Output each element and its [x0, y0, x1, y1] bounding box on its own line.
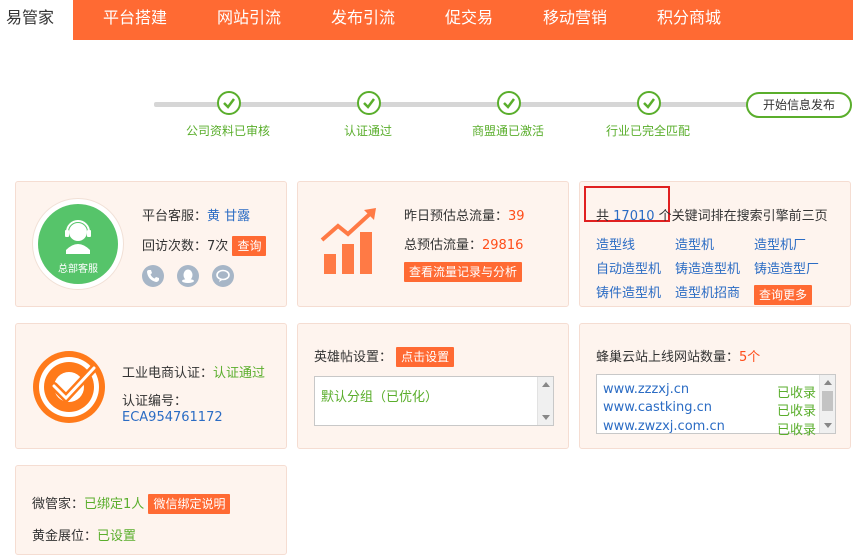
keyword-link[interactable]: 铸造造型厂	[754, 258, 819, 277]
progress-line	[154, 102, 754, 107]
hero-settings-button[interactable]: 点击设置	[396, 347, 455, 367]
wechat-label: 微管家：	[32, 497, 85, 512]
certification-seal-icon	[33, 351, 105, 423]
scroll-up-icon[interactable]	[824, 380, 832, 385]
service-line: 平台客服：黄 甘露	[142, 205, 250, 224]
keywords-suffix: 关键词排在搜索引擎前三页	[671, 209, 828, 224]
gold-status: 已设置	[97, 529, 137, 544]
avatar: 总部客服	[32, 198, 124, 290]
tab-home[interactable]: 易管家	[0, 0, 73, 40]
total-traffic: 总预估流量：29816	[404, 234, 523, 253]
step-label-profile: 公司资料已审核	[186, 124, 271, 138]
keyword-link[interactable]: 铸件造型机	[596, 282, 661, 301]
scroll-down-icon[interactable]	[824, 423, 832, 428]
service-card: 总部客服 平台客服：黄 甘露 回访次数：7次 查询	[15, 181, 287, 307]
scroll-thumb[interactable]	[822, 391, 833, 411]
hero-scrollbar[interactable]	[537, 377, 553, 425]
keyword-link[interactable]: 自动造型机	[596, 258, 661, 277]
hero-group-item[interactable]: 默认分组（已优化）	[321, 386, 438, 405]
keywords-unit: 个	[658, 209, 672, 224]
gold-line: 黄金展位：已设置	[32, 525, 136, 544]
yesterday-value: 39	[508, 209, 525, 224]
scroll-down-icon[interactable]	[542, 415, 550, 420]
visits-line: 回访次数：7次 查询	[142, 235, 267, 256]
sites-label: 蜂巢云站上线网站数量：	[596, 350, 740, 365]
service-avatar: 总部客服	[38, 204, 118, 284]
tab-publish-traffic[interactable]: 发布引流	[331, 0, 395, 40]
site-url[interactable]: www.zzzxj.cn	[603, 382, 689, 397]
tab-points-mall[interactable]: 积分商城	[657, 0, 721, 40]
avatar-label: 总部客服	[58, 264, 98, 275]
keyword-link[interactable]: 铸造造型机	[675, 258, 740, 277]
keyword-link[interactable]: 造型线	[596, 234, 635, 253]
keywords-summary: 共 17010 个关键词排在搜索引擎前三页	[596, 205, 828, 224]
top-nav: 易管家 平台搭建 网站引流 发布引流 促交易 移动营销 积分商城	[0, 0, 853, 40]
site-status: 已收录	[777, 404, 817, 419]
site-url[interactable]: www.zwzxj.com.cn	[603, 419, 725, 434]
traffic-card: 昨日预估总流量：39 总预估流量：29816 查看流量记录与分析	[297, 181, 569, 307]
start-publish-button[interactable]: 开始信息发布	[746, 92, 852, 118]
visits-count: 7次	[207, 239, 229, 254]
step-check-icon	[637, 91, 661, 115]
qq-icon[interactable]	[177, 265, 199, 287]
progress-steps: 公司资料已审核 认证通过 商盟通已激活 行业已完全匹配 开始信息发布	[0, 88, 853, 148]
hero-label: 英雄帖设置：	[314, 350, 393, 365]
cert-number[interactable]: ECA954761172	[122, 410, 223, 425]
step-check-icon	[497, 91, 521, 115]
hero-card: 英雄帖设置： 点击设置 默认分组（已优化）	[297, 323, 569, 449]
step-label-alliance: 商盟通已激活	[472, 124, 545, 138]
sites-line: 蜂巢云站上线网站数量：5个	[596, 346, 760, 365]
tab-platform-build[interactable]: 平台搭建	[103, 0, 167, 40]
hero-group-list[interactable]: 默认分组（已优化）	[314, 376, 554, 426]
sites-card: 蜂巢云站上线网站数量：5个 www.zzzxj.cn 已收录 www.castk…	[579, 323, 851, 449]
scroll-up-icon[interactable]	[542, 382, 550, 387]
wechat-line: 微管家：已绑定1人 微信绑定说明	[32, 493, 231, 514]
step-check-icon	[217, 91, 241, 115]
total-label: 总预估流量：	[404, 238, 483, 253]
service-label: 平台客服：	[142, 209, 208, 224]
keywords-more-button[interactable]: 查询更多	[754, 285, 813, 305]
wechat-bind-help-button[interactable]: 微信绑定说明	[148, 494, 231, 514]
step-label-cert: 认证通过	[344, 124, 393, 138]
service-names[interactable]: 黄 甘露	[207, 209, 250, 224]
sites-list[interactable]: www.zzzxj.cn 已收录 www.castking.cn 已收录 www…	[596, 374, 836, 438]
cert-number-label: 认证编号：	[122, 394, 188, 409]
tab-promote-trade[interactable]: 促交易	[445, 0, 493, 40]
yesterday-label: 昨日预估总流量：	[404, 209, 509, 224]
visits-query-button[interactable]: 查询	[232, 236, 267, 256]
headset-user-icon	[65, 220, 91, 254]
site-status: 已收录	[777, 423, 817, 438]
cert-status: 认证通过	[213, 366, 266, 381]
keyword-link[interactable]: 造型机招商	[675, 282, 740, 301]
chat-icon[interactable]	[212, 265, 234, 287]
visits-label: 回访次数：	[142, 239, 208, 254]
hero-line: 英雄帖设置： 点击设置	[314, 346, 455, 367]
sites-scrollbar[interactable]	[819, 375, 835, 433]
gold-label: 黄金展位：	[32, 529, 98, 544]
cert-card: 工业电商认证：认证通过 认证编号： ECA954761172	[15, 323, 287, 449]
step-check-icon	[357, 91, 381, 115]
keyword-link[interactable]: 造型机厂	[754, 234, 806, 253]
traffic-analysis-button[interactable]: 查看流量记录与分析	[404, 262, 523, 282]
phone-icon[interactable]	[142, 265, 164, 287]
site-url[interactable]: www.castking.cn	[603, 400, 712, 415]
wechat-card: 微管家：已绑定1人 微信绑定说明 黄金展位：已设置	[15, 465, 287, 555]
cert-label: 工业电商认证：	[122, 366, 214, 381]
wechat-status: 已绑定1人	[84, 497, 145, 512]
growth-chart-icon	[320, 208, 376, 274]
yesterday-traffic: 昨日预估总流量：39	[404, 205, 525, 224]
keywords-card: 共 17010 个关键词排在搜索引擎前三页 造型线 造型机 造型机厂 自动造型机…	[579, 181, 851, 307]
step-label-industry: 行业已完全匹配	[606, 124, 691, 138]
cert-line: 工业电商认证：认证通过	[122, 362, 265, 381]
keyword-link[interactable]: 造型机	[675, 234, 714, 253]
site-status: 已收录	[777, 386, 817, 401]
sites-count: 5个	[739, 350, 761, 365]
keywords-count[interactable]: 17010	[613, 209, 654, 224]
tab-site-traffic[interactable]: 网站引流	[217, 0, 281, 40]
keywords-prefix: 共	[596, 209, 610, 224]
total-value: 29816	[482, 238, 524, 253]
tab-mobile-marketing[interactable]: 移动营销	[543, 0, 607, 40]
